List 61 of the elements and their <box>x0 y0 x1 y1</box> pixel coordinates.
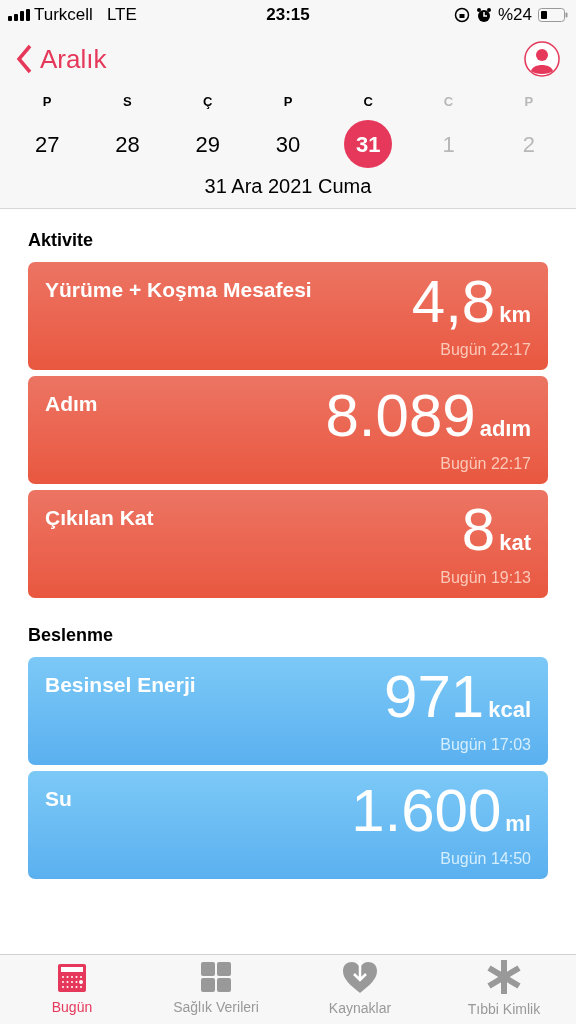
metric-title: Adım <box>45 391 98 417</box>
metric-card[interactable]: Yürüme + Koşma Mesafesi 4,8 km Bugün 22:17 <box>28 262 548 370</box>
tab-item[interactable]: Kaynaklar <box>288 955 432 1024</box>
metric-unit: km <box>499 304 531 326</box>
rotation-lock-icon <box>453 7 470 23</box>
carrier-name: Turkcell <box>34 4 93 27</box>
metric-time: Bugün 17:03 <box>440 735 531 755</box>
chevron-left-icon <box>16 44 32 74</box>
metric-title: Su <box>45 786 72 812</box>
date-label: 31 Ara 2021 Cuma <box>204 174 372 199</box>
signal-icon <box>8 9 30 21</box>
metric-unit: ml <box>505 813 531 835</box>
section-title: Aktivite <box>28 229 95 252</box>
metric-value: 1.600 <box>351 781 502 841</box>
section-title: Beslenme <box>28 624 115 647</box>
alarm-icon <box>475 7 492 23</box>
day-button[interactable]: 1 <box>424 120 473 168</box>
calendar-icon <box>56 961 88 993</box>
metric-time: Bugün 22:17 <box>440 454 531 474</box>
day-button[interactable]: 28 <box>103 120 152 168</box>
metric-value: 971 <box>384 667 485 727</box>
weekday-letter: P <box>42 93 52 112</box>
tab-item[interactable]: Bugün <box>0 955 144 1024</box>
metric-unit: kat <box>499 532 531 554</box>
metric-title: Çıkılan Kat <box>45 505 154 531</box>
day-button[interactable]: 31 <box>344 120 393 168</box>
weekday-letter: S <box>123 93 132 112</box>
metric-card[interactable]: Besinsel Enerji 971 kcal Bugün 17:03 <box>28 657 548 765</box>
network-type: LTE <box>106 4 137 27</box>
metric-card[interactable]: Su 1.600 ml Bugün 14:50 <box>28 771 548 879</box>
clock: 23:15 <box>266 4 310 27</box>
asterisk-icon <box>487 959 521 995</box>
metric-unit: kcal <box>488 699 531 721</box>
weekday-letter: P <box>524 93 534 112</box>
day-button[interactable]: 30 <box>264 120 312 168</box>
metric-title: Yürüme + Koşma Mesafesi <box>45 277 312 303</box>
back-button[interactable]: Aralık <box>16 39 107 79</box>
metric-title: Besinsel Enerji <box>45 672 196 698</box>
battery-percent: %24 <box>497 4 532 27</box>
weekday-letter: C <box>443 93 454 112</box>
day-button[interactable]: 29 <box>183 120 232 168</box>
profile-icon[interactable] <box>524 41 560 77</box>
grid-icon <box>200 961 232 993</box>
heart-download-icon <box>342 960 378 994</box>
metric-time: Bugün 14:50 <box>440 849 531 869</box>
weekday-letter: Ç <box>203 93 213 112</box>
metric-value: 8.089 <box>325 386 476 446</box>
tab-item[interactable]: Sağlık Verileri <box>144 955 288 1024</box>
battery-icon <box>538 8 568 22</box>
tab-item[interactable]: Tıbbi Kimlik <box>432 955 576 1024</box>
metric-card[interactable]: Adım 8.089 adım Bugün 22:17 <box>28 376 548 484</box>
metric-time: Bugün 22:17 <box>440 340 531 360</box>
metric-card[interactable]: Çıkılan Kat 8 kat Bugün 19:13 <box>28 490 548 598</box>
metric-value: 8 <box>461 500 496 560</box>
metric-unit: adım <box>479 418 531 440</box>
day-button[interactable]: 2 <box>504 120 553 168</box>
metric-value: 4,8 <box>411 272 496 332</box>
day-button[interactable]: 27 <box>23 120 72 168</box>
metric-time: Bugün 19:13 <box>440 568 531 588</box>
weekday-letter: C <box>363 93 373 112</box>
weekday-letter: P <box>283 93 293 112</box>
